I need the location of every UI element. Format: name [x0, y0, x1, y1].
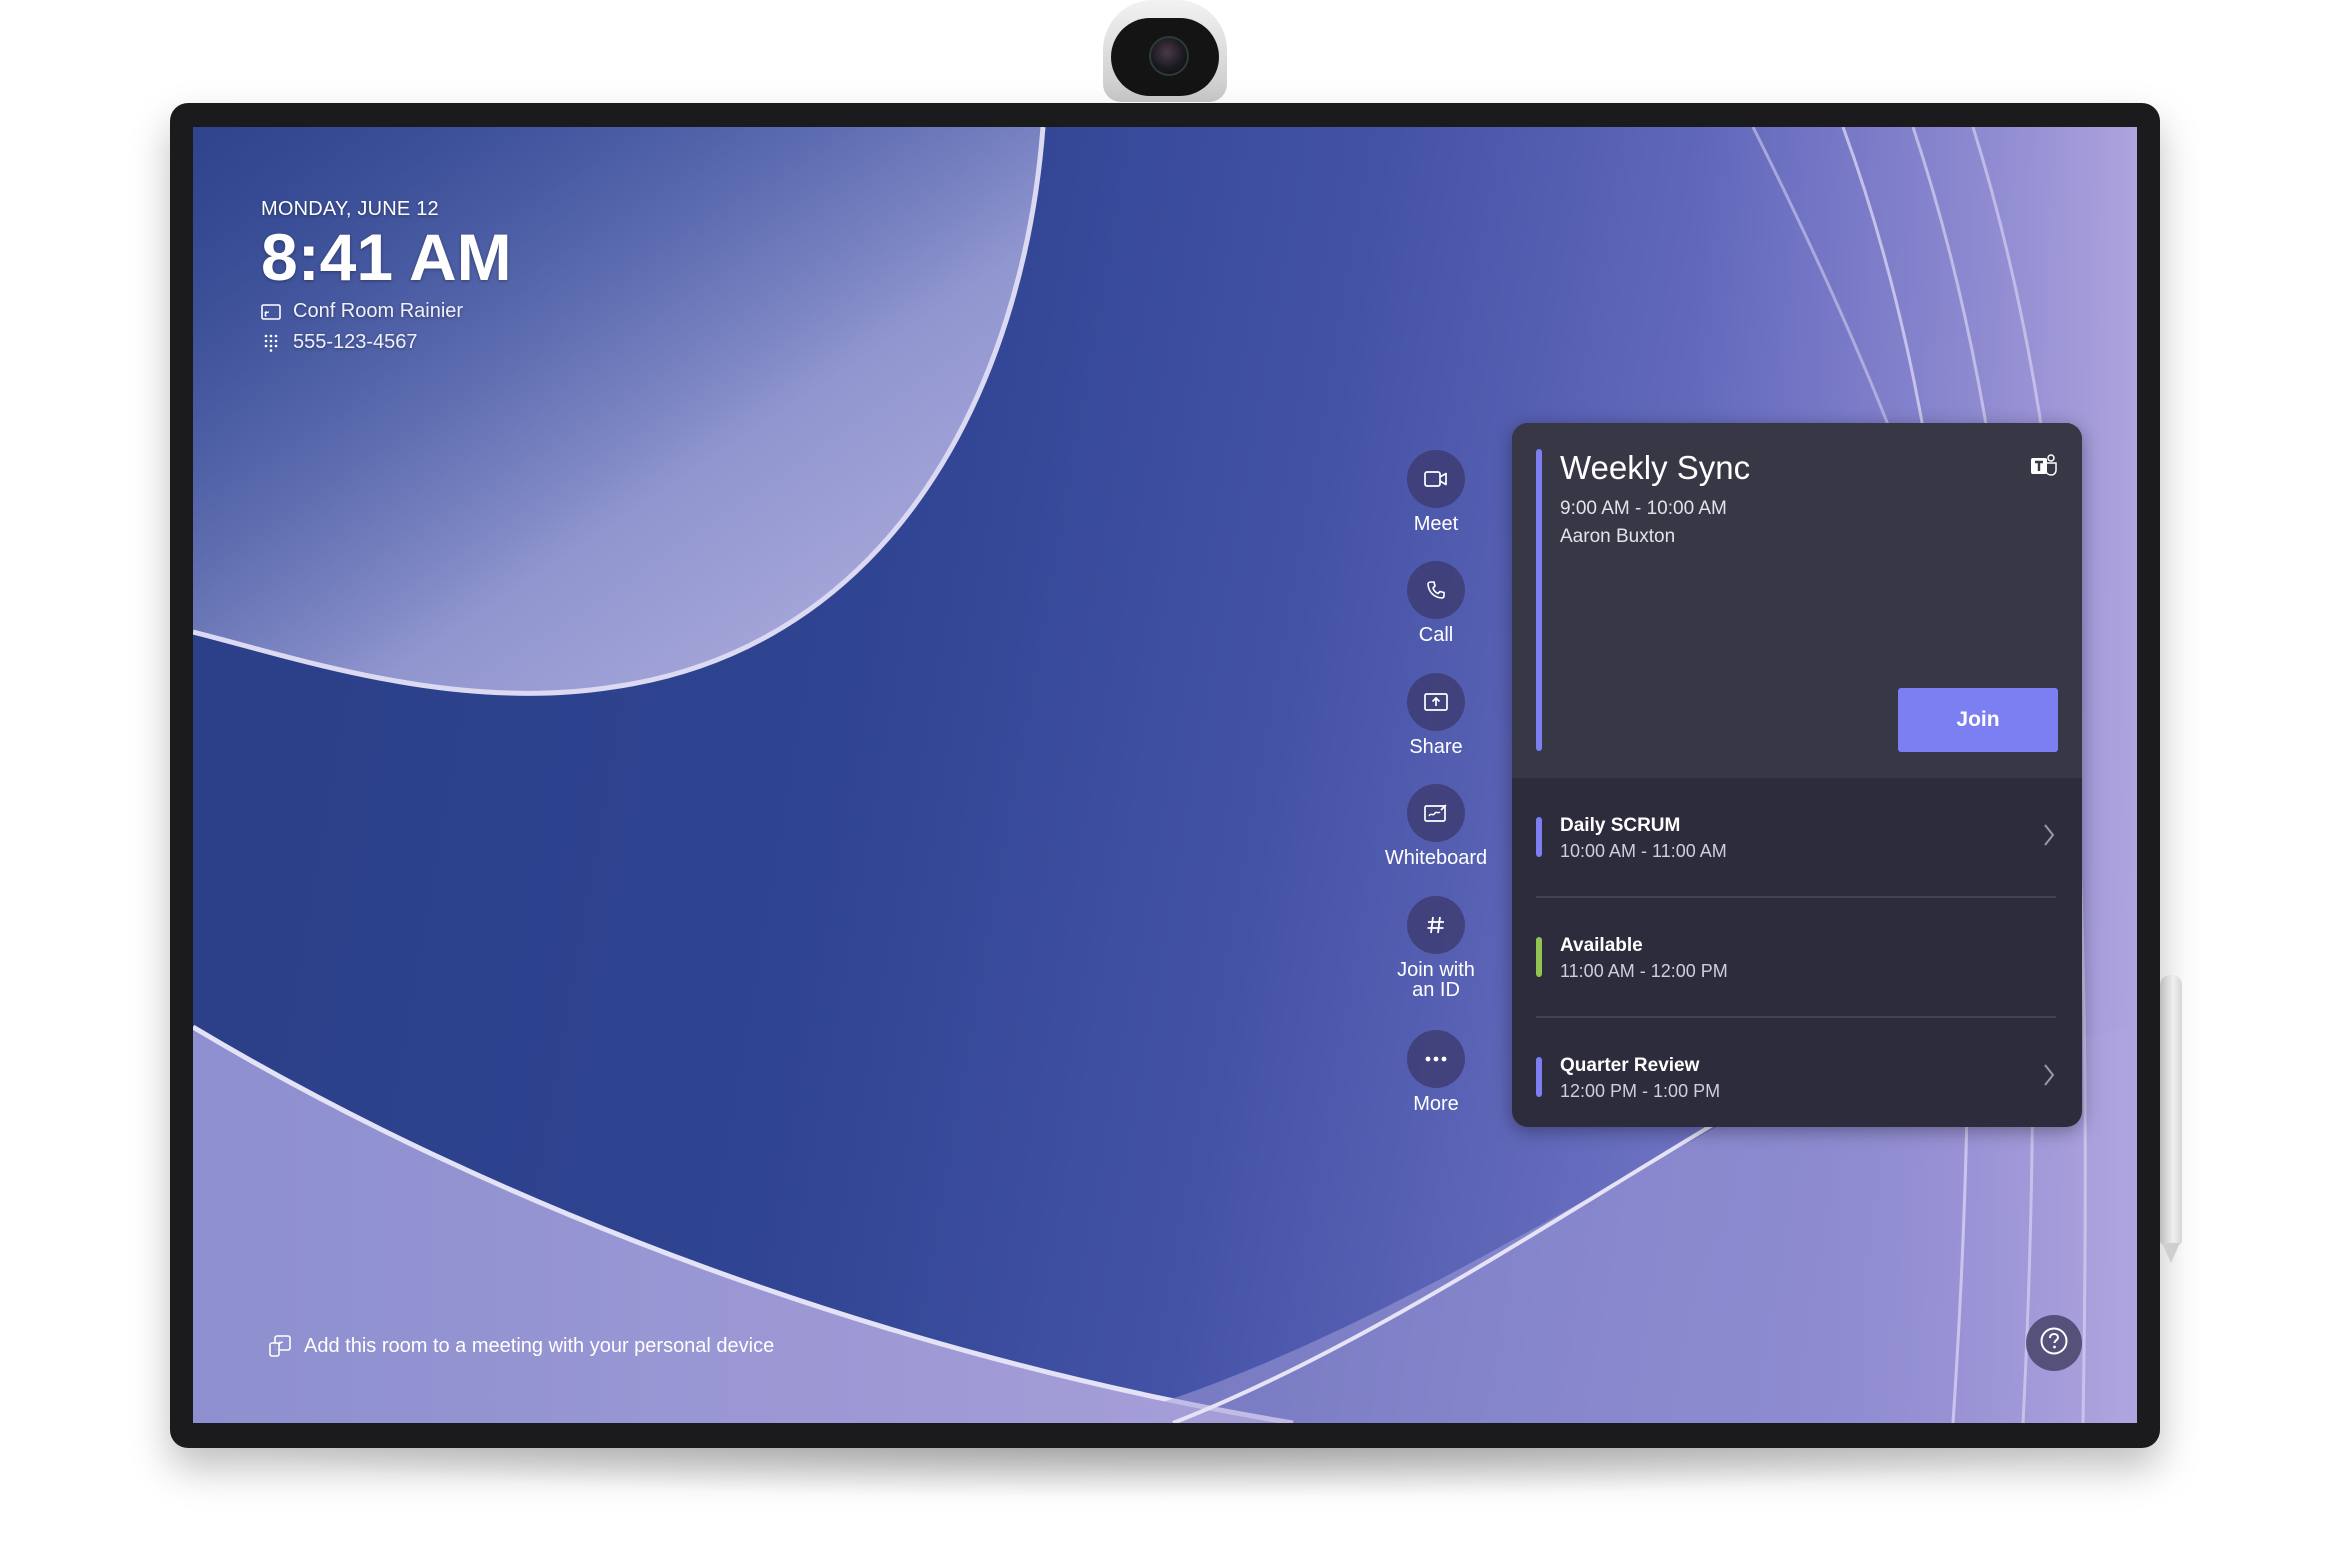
action-rail: Meet Call Share Whiteboard Join with an … — [1376, 450, 1496, 1114]
meeting-organizer: Aaron Buxton — [1560, 526, 1676, 547]
current-meeting-card[interactable]: Weekly Sync 9:00 AM - 10:00 AM Aaron Bux… — [1512, 423, 2082, 778]
date-label: MONDAY, JUNE 12 — [261, 198, 439, 220]
call-button[interactable]: Call — [1376, 561, 1496, 673]
join-with-id-button[interactable]: Join with an ID — [1376, 896, 1496, 1030]
help-icon — [2039, 1326, 2069, 1361]
list-item-available: Available 11:00 AM - 12:00 PM — [1512, 898, 2082, 1016]
whiteboard-label: Whiteboard — [1384, 847, 1488, 869]
room-display-icon — [261, 303, 281, 321]
dialpad-icon — [261, 334, 281, 352]
proximity-join-link[interactable]: Add this room to a meeting with your per… — [268, 1334, 774, 1358]
meet-button[interactable]: Meet — [1376, 450, 1496, 561]
room-status: MONDAY, JUNE 12 8:41 AM Conf Room Rainie… — [261, 198, 512, 354]
share-button[interactable]: Share — [1376, 673, 1496, 784]
meet-label: Meet — [1413, 513, 1459, 535]
camera-face — [1111, 18, 1219, 96]
meetings-panel: Weekly Sync 9:00 AM - 10:00 AM Aaron Bux… — [1512, 423, 2082, 1127]
more-icon[interactable] — [1407, 1030, 1465, 1088]
current-meeting-accent — [1536, 449, 1542, 751]
room-name-row: Conf Room Rainier — [261, 300, 512, 323]
meeting-time: 9:00 AM - 10:00 AM — [1560, 498, 1727, 519]
chevron-right-icon[interactable] — [2042, 822, 2056, 853]
meeting-accent — [1536, 817, 1542, 857]
list-item-title: Daily SCRUM — [1560, 815, 1681, 836]
proximity-join-text: Add this room to a meeting with your per… — [304, 1334, 775, 1357]
meeting-accent — [1536, 1057, 1542, 1097]
call-label: Call — [1418, 624, 1454, 646]
list-item-time: 10:00 AM - 11:00 AM — [1560, 841, 1727, 861]
list-item-time: 12:00 PM - 1:00 PM — [1560, 1081, 1721, 1101]
room-name: Conf Room Rainier — [293, 300, 464, 323]
availability-accent — [1536, 937, 1542, 977]
help-button[interactable] — [2026, 1315, 2082, 1371]
list-item-daily-scrum[interactable]: Daily SCRUM 10:00 AM - 11:00 AM — [1512, 778, 2082, 896]
phone-row: 555-123-4567 — [261, 331, 512, 354]
chevron-right-icon[interactable] — [2042, 1062, 2056, 1093]
whiteboard-icon[interactable] — [1407, 784, 1465, 842]
meeting-title: Weekly Sync — [1560, 449, 1751, 486]
list-item-quarter-review[interactable]: Quarter Review 12:00 PM - 1:00 PM — [1512, 1018, 2082, 1127]
share-label: Share — [1409, 736, 1463, 758]
more-button[interactable]: More — [1376, 1030, 1496, 1114]
join-button[interactable]: Join — [1898, 688, 2058, 752]
more-label: More — [1413, 1093, 1459, 1115]
list-item-title: Available — [1560, 935, 1643, 956]
hash-icon[interactable] — [1407, 896, 1465, 954]
phone-number: 555-123-4567 — [293, 331, 418, 354]
cast-device-icon — [268, 1334, 292, 1358]
clock: 8:41 AM — [261, 220, 512, 294]
camera — [1103, 0, 1227, 102]
camera-lens — [1149, 36, 1189, 76]
join-with-id-label: Join with an ID — [1397, 959, 1475, 1001]
share-screen-icon[interactable] — [1407, 673, 1465, 731]
upcoming-meetings-list: Daily SCRUM 10:00 AM - 11:00 AM Availabl… — [1512, 778, 2082, 1127]
video-camera-icon[interactable] — [1407, 450, 1465, 508]
list-item-title: Quarter Review — [1560, 1055, 1700, 1076]
stylus-pen — [2160, 975, 2182, 1263]
teams-icon — [2030, 453, 2058, 484]
whiteboard-button[interactable]: Whiteboard — [1376, 784, 1496, 896]
list-item-time: 11:00 AM - 12:00 PM — [1560, 961, 1728, 981]
phone-icon[interactable] — [1407, 561, 1465, 619]
